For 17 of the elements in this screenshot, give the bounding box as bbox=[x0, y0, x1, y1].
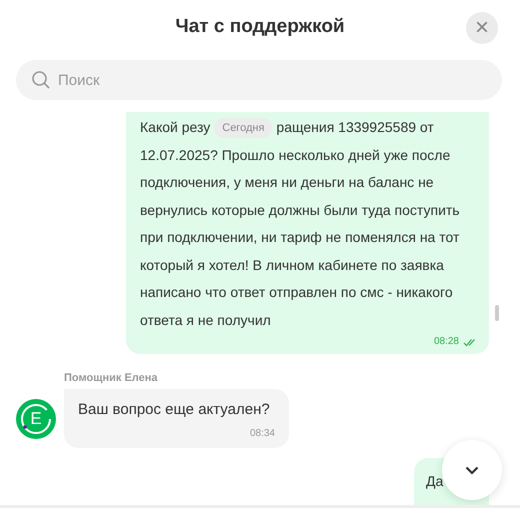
avatar bbox=[16, 398, 56, 438]
message-text: Какой резу bbox=[140, 118, 210, 137]
chat-title: Чат с поддержкой bbox=[175, 14, 345, 39]
search-field[interactable]: Поиск bbox=[16, 60, 502, 100]
message-time: 08:28 bbox=[434, 335, 459, 349]
message-time: 08:34 bbox=[250, 428, 275, 439]
close-button[interactable]: × bbox=[466, 12, 498, 44]
chevron-down-icon bbox=[465, 466, 479, 474]
message-text: ращения 1339925589 от bbox=[276, 118, 434, 137]
scrollbar-thumb[interactable] bbox=[495, 305, 499, 321]
author-name: Помощник Елена bbox=[64, 371, 158, 386]
message-text: Да bbox=[426, 472, 444, 488]
message-text: Ваш вопрос еще актуален? bbox=[78, 400, 271, 420]
search-icon bbox=[31, 70, 51, 90]
message-text: 12.07.2025? Прошло несколько дней уже после подключения, у меня ни деньги на баланс не вернулись которые должны были туда поступить при подключении, ни тариф не поменялся на тот который я хотел! В личном кабинете по заявка написано что ответ отправлен по смс - никакого ответа я не получил bbox=[140, 146, 461, 330]
avatar-letter: E bbox=[30, 408, 42, 430]
date-label: Сегодня bbox=[214, 118, 272, 138]
